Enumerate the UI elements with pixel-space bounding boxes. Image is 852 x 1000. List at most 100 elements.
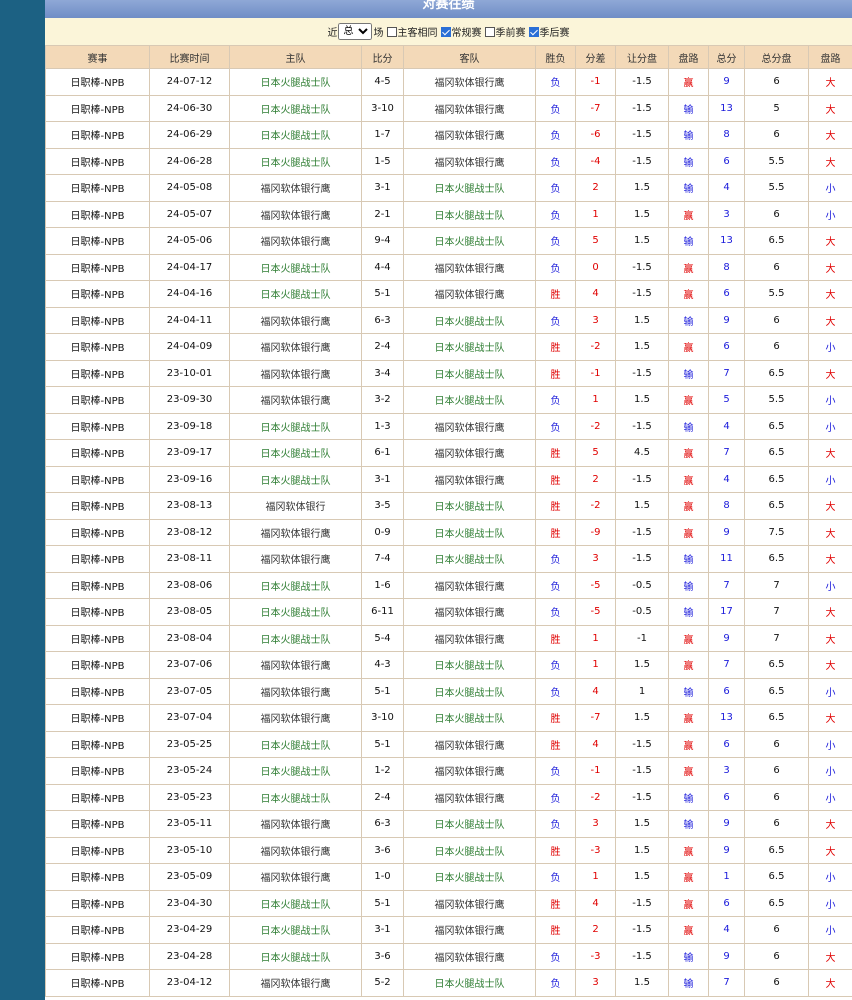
col-score-cell: 3-6 xyxy=(361,836,404,864)
col-total-cell: 4 xyxy=(708,465,745,493)
col-home-cell[interactable]: 福冈软体银行鹰 xyxy=(229,333,362,361)
col-away-cell[interactable]: 福冈软体银行鹰 xyxy=(403,147,536,175)
col-away-cell[interactable]: 日本火腿战士队 xyxy=(403,651,536,679)
col-home-cell[interactable]: 福冈软体银行鹰 xyxy=(229,545,362,573)
match-count-select[interactable]: 总 xyxy=(337,23,372,40)
col-home-cell[interactable]: 福冈软体银行鹰 xyxy=(229,306,362,334)
col-home-cell[interactable]: 日本火腿战士队 xyxy=(229,412,362,440)
col-handicap-result-cell: 赢 xyxy=(668,465,709,493)
col-home-cell[interactable]: 福冈软体银行鹰 xyxy=(229,518,362,546)
col-home-cell[interactable]: 福冈软体银行鹰 xyxy=(229,836,362,864)
col-home-cell[interactable]: 日本火腿战士队 xyxy=(229,465,362,493)
col-handicap-cell: 4.5 xyxy=(615,439,669,467)
col-away-cell[interactable]: 福冈软体银行鹰 xyxy=(403,942,536,970)
table-row: 日职棒-NPB 24-06-29 日本火腿战士队 1-7 福冈软体银行鹰负 -6 -1.5 输… xyxy=(45,121,852,149)
col-away-cell[interactable]: 日本火腿战士队 xyxy=(403,306,536,334)
col-home-cell[interactable]: 福冈软体银行鹰 xyxy=(229,359,362,387)
col-away-cell[interactable]: 福冈软体银行鹰 xyxy=(403,624,536,652)
col-away-cell[interactable]: 福冈软体银行鹰 xyxy=(403,730,536,758)
filter-checkbox[interactable] xyxy=(484,26,495,37)
col-away-cell[interactable]: 福冈软体银行鹰 xyxy=(403,757,536,785)
col-total-line-cell: 6 xyxy=(744,333,809,361)
col-home-cell[interactable]: 日本火腿战士队 xyxy=(229,253,362,281)
table-row: 日职棒-NPB 23-05-25 日本火腿战士队 5-1 福冈软体银行鹰胜 4 -1.5 赢 6… xyxy=(45,730,852,758)
col-away-cell[interactable]: 福冈软体银行鹰 xyxy=(403,121,536,149)
col-home-cell[interactable]: 福冈软体银行鹰 xyxy=(229,386,362,414)
col-date-cell: 23-09-30 xyxy=(149,386,230,414)
col-home-cell[interactable]: 日本火腿战士队 xyxy=(229,942,362,970)
col-home-cell[interactable]: 日本火腿战士队 xyxy=(229,757,362,785)
table-row: 日职棒-NPB 23-05-24 日本火腿战士队 1-2 福冈软体银行鹰负 -1 -1.5 赢… xyxy=(45,757,852,785)
col-home-cell[interactable]: 日本火腿战士队 xyxy=(229,121,362,149)
col-date-cell: 23-08-04 xyxy=(149,624,230,652)
col-home-cell[interactable]: 福冈软体银行鹰 xyxy=(229,677,362,705)
col-away-cell[interactable]: 福冈软体银行鹰 xyxy=(403,598,536,626)
col-away-cell[interactable]: 日本火腿战士队 xyxy=(403,200,536,228)
filter-checkbox[interactable] xyxy=(440,26,451,37)
col-away-cell[interactable]: 日本火腿战士队 xyxy=(403,704,536,732)
col-home-cell[interactable]: 日本火腿战士队 xyxy=(229,598,362,626)
col-home-cell[interactable]: 日本火腿战士队 xyxy=(229,68,362,96)
filter-options: 主客相同 常规赛 季前赛 季后赛 xyxy=(384,24,570,39)
col-score-cell: 1-5 xyxy=(361,147,404,175)
col-home-cell[interactable]: 福冈软体银行鹰 xyxy=(229,651,362,679)
col-score-cell: 6-11 xyxy=(361,598,404,626)
col-home-cell[interactable]: 福冈软体银行鹰 xyxy=(229,863,362,891)
col-away-cell[interactable]: 日本火腿战士队 xyxy=(403,333,536,361)
col-home-cell[interactable]: 日本火腿战士队 xyxy=(229,783,362,811)
col-away-cell[interactable]: 日本火腿战士队 xyxy=(403,518,536,546)
col-result-cell: 胜 xyxy=(535,492,576,520)
col-away-cell[interactable]: 日本火腿战士队 xyxy=(403,863,536,891)
col-home-cell[interactable]: 日本火腿战士队 xyxy=(229,147,362,175)
col-total-line-cell: 6 xyxy=(744,730,809,758)
col-diff-cell: 5 xyxy=(575,439,616,467)
col-home-cell[interactable]: 日本火腿战士队 xyxy=(229,889,362,917)
col-result-cell: 负 xyxy=(535,677,576,705)
col-home-cell[interactable]: 日本火腿战士队 xyxy=(229,730,362,758)
col-home-cell[interactable]: 福冈软体银行鹰 xyxy=(229,227,362,255)
col-diff-cell: 3 xyxy=(575,306,616,334)
col-home-cell[interactable]: 福冈软体银行鹰 xyxy=(229,969,362,997)
col-total-cell: 1 xyxy=(708,863,745,891)
col-home-cell[interactable]: 日本火腿战士队 xyxy=(229,439,362,467)
col-event-cell: 日职棒-NPB xyxy=(45,121,150,149)
col-away-cell[interactable]: 福冈软体银行鹰 xyxy=(403,439,536,467)
col-away-cell[interactable]: 日本火腿战士队 xyxy=(403,836,536,864)
col-home-cell[interactable]: 福冈软体银行 xyxy=(229,492,362,520)
col-home-cell[interactable]: 福冈软体银行鹰 xyxy=(229,810,362,838)
col-away-cell[interactable]: 日本火腿战士队 xyxy=(403,174,536,202)
col-away-cell[interactable]: 福冈软体银行鹰 xyxy=(403,783,536,811)
filter-checkbox[interactable] xyxy=(528,26,539,37)
col-away-cell[interactable]: 福冈软体银行鹰 xyxy=(403,889,536,917)
col-away-cell[interactable]: 福冈软体银行鹰 xyxy=(403,68,536,96)
col-away-cell[interactable]: 日本火腿战士队 xyxy=(403,386,536,414)
filter-checkbox[interactable] xyxy=(386,26,397,37)
col-away-cell[interactable]: 福冈软体银行鹰 xyxy=(403,916,536,944)
col-home-cell[interactable]: 日本火腿战士队 xyxy=(229,280,362,308)
col-away-cell[interactable]: 福冈软体银行鹰 xyxy=(403,571,536,599)
col-home-cell[interactable]: 福冈软体银行鹰 xyxy=(229,704,362,732)
col-away-cell[interactable]: 福冈软体银行鹰 xyxy=(403,465,536,493)
col-away-cell[interactable]: 日本火腿战士队 xyxy=(403,969,536,997)
col-away-cell[interactable]: 福冈软体银行鹰 xyxy=(403,94,536,122)
col-home-cell[interactable]: 日本火腿战士队 xyxy=(229,916,362,944)
col-away-cell[interactable]: 福冈软体银行鹰 xyxy=(403,253,536,281)
col-handicap-result-cell: 赢 xyxy=(668,280,709,308)
col-handicap-result-cell: 赢 xyxy=(668,518,709,546)
col-away-cell[interactable]: 日本火腿战士队 xyxy=(403,492,536,520)
col-result-cell: 胜 xyxy=(535,333,576,361)
col-away-cell[interactable]: 日本火腿战士队 xyxy=(403,677,536,705)
col-handicap-cell: 1.5 xyxy=(615,836,669,864)
col-away-cell[interactable]: 福冈软体银行鹰 xyxy=(403,412,536,440)
col-away-cell[interactable]: 日本火腿战士队 xyxy=(403,545,536,573)
col-away-cell[interactable]: 福冈软体银行鹰 xyxy=(403,280,536,308)
col-home-cell[interactable]: 日本火腿战士队 xyxy=(229,624,362,652)
col-home-cell[interactable]: 日本火腿战士队 xyxy=(229,571,362,599)
col-home-cell[interactable]: 福冈软体银行鹰 xyxy=(229,174,362,202)
col-away-cell[interactable]: 日本火腿战士队 xyxy=(403,359,536,387)
col-home-cell[interactable]: 福冈软体银行鹰 xyxy=(229,200,362,228)
col-home-cell[interactable]: 日本火腿战士队 xyxy=(229,94,362,122)
col-total-cell: 13 xyxy=(708,704,745,732)
col-away-cell[interactable]: 日本火腿战士队 xyxy=(403,810,536,838)
col-away-cell[interactable]: 日本火腿战士队 xyxy=(403,227,536,255)
